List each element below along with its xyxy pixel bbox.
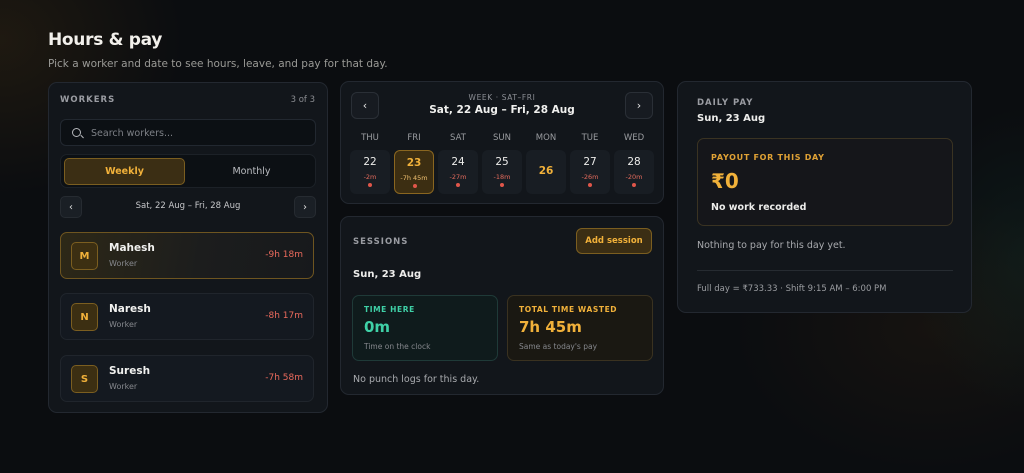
- payout-note: No work recorded: [711, 202, 807, 213]
- sessions-heading: SESSIONS: [353, 237, 409, 247]
- week-panel: ‹ › WEEK · SAT–FRI Sat, 22 Aug – Fri, 28…: [340, 81, 664, 204]
- worker-card-suresh[interactable]: S Suresh Worker -7h 58m: [60, 355, 314, 402]
- daily-pay-date: Sun, 23 Aug: [697, 113, 766, 124]
- day-number: 27: [583, 156, 597, 168]
- worker-delta: -7h 58m: [265, 373, 303, 383]
- status-dot: [500, 183, 504, 187]
- worker-delta: -8h 17m: [265, 311, 303, 321]
- worker-role: Worker: [109, 259, 138, 268]
- time-wasted-label: TOTAL TIME WASTED: [519, 305, 618, 314]
- day-delta: -20m: [625, 173, 643, 181]
- day-cell[interactable]: 24 -27m: [438, 150, 478, 194]
- day-delta: -18m: [493, 173, 511, 181]
- avatar: N: [71, 303, 98, 331]
- sessions-date: Sun, 23 Aug: [353, 269, 422, 280]
- time-wasted-note: Same as today's pay: [519, 342, 598, 351]
- status-dot: [632, 183, 636, 187]
- nothing-to-pay-note: Nothing to pay for this day yet.: [697, 240, 846, 251]
- worker-role: Worker: [109, 320, 138, 329]
- search-icon: [72, 128, 81, 137]
- page-subtitle: Pick a worker and date to see hours, lea…: [48, 58, 388, 70]
- day-number: 28: [627, 156, 641, 168]
- empty-logs-note: No punch logs for this day.: [353, 374, 480, 385]
- search-input[interactable]: [91, 125, 306, 141]
- worker-card-naresh[interactable]: N Naresh Worker -8h 17m: [60, 293, 314, 340]
- status-dot: [368, 183, 372, 187]
- worker-delta: -9h 18m: [265, 250, 303, 260]
- status-dot: [588, 183, 592, 187]
- day-number: 26: [538, 165, 554, 177]
- worker-name: Suresh: [109, 365, 151, 377]
- tab-monthly[interactable]: Monthly: [191, 158, 312, 185]
- daily-pay-panel: DAILY PAY Sun, 23 Aug PAYOUT FOR THIS DA…: [677, 81, 972, 313]
- full-day-info: Full day = ₹733.33 · Shift 9:15 AM – 6:0…: [697, 284, 887, 294]
- day-of-week: WED: [623, 133, 645, 143]
- time-here-note: Time on the clock: [364, 342, 431, 351]
- week-kicker: WEEK · SAT–FRI: [468, 93, 536, 102]
- page-title: Hours & pay: [48, 30, 163, 50]
- worker-name: Mahesh: [109, 242, 155, 254]
- tab-weekly[interactable]: Weekly: [64, 158, 185, 185]
- payout-label: PAYOUT FOR THIS DAY: [711, 153, 825, 162]
- range-next-button[interactable]: ›: [294, 196, 316, 218]
- day-number: 22: [363, 156, 377, 168]
- day-of-week: FRI: [407, 133, 421, 143]
- day-cell[interactable]: 27 -26m: [570, 150, 610, 194]
- worker-card-mahesh[interactable]: M Mahesh Worker -9h 18m: [60, 232, 314, 279]
- day-delta: -7h 45m: [400, 174, 428, 182]
- week-range: Sat, 22 Aug – Fri, 28 Aug: [429, 104, 575, 116]
- time-wasted-card: TOTAL TIME WASTED 7h 45m Same as today's…: [507, 295, 653, 361]
- range-label: Sat, 22 Aug – Fri, 28 Aug: [135, 201, 241, 211]
- day-cell-selected[interactable]: 23 -7h 45m: [394, 150, 434, 194]
- chevron-left-icon: ‹: [69, 201, 73, 213]
- day-cell[interactable]: 22 -2m: [350, 150, 390, 194]
- period-toggle: Weekly Monthly: [60, 154, 316, 188]
- time-here-value: 0m: [364, 318, 391, 336]
- day-of-week: SUN: [493, 133, 511, 143]
- worker-role: Worker: [109, 382, 138, 391]
- time-here-card: TIME HERE 0m Time on the clock: [352, 295, 498, 361]
- workers-heading: WORKERS: [60, 95, 116, 105]
- avatar: M: [71, 242, 98, 270]
- divider: [697, 270, 953, 271]
- day-number: 25: [495, 156, 509, 168]
- workers-count: 3 of 3: [290, 95, 315, 105]
- day-delta: -2m: [363, 173, 377, 181]
- day-of-week: SAT: [450, 133, 466, 143]
- search-box: [60, 119, 316, 146]
- day-delta: -27m: [449, 173, 467, 181]
- day-cell[interactable]: 28 -20m: [614, 150, 654, 194]
- range-navigator: Sat, 22 Aug – Fri, 28 Aug ‹ ›: [60, 196, 316, 218]
- daily-pay-heading: DAILY PAY: [697, 98, 754, 108]
- day-cell-today[interactable]: 26: [526, 150, 566, 194]
- day-of-week: TUE: [581, 133, 599, 143]
- status-dot: [456, 183, 460, 187]
- day-cell[interactable]: 25 -18m: [482, 150, 522, 194]
- range-prev-button[interactable]: ‹: [60, 196, 82, 218]
- workers-panel: WORKERS 3 of 3 Weekly Monthly Sat, 22 Au…: [48, 82, 328, 413]
- day-delta: -26m: [581, 173, 599, 181]
- day-of-week: MON: [535, 133, 557, 143]
- time-wasted-value: 7h 45m: [519, 318, 582, 336]
- day-of-week: THU: [361, 133, 379, 143]
- day-number: 23: [406, 157, 422, 169]
- add-session-button[interactable]: Add session: [576, 228, 652, 254]
- payout-card: PAYOUT FOR THIS DAY ₹0 No work recorded: [697, 138, 953, 226]
- avatar: S: [71, 365, 98, 393]
- payout-value: ₹0: [711, 169, 739, 193]
- sessions-panel: SESSIONS Add session Sun, 23 Aug TIME HE…: [340, 216, 664, 395]
- chevron-right-icon: ›: [303, 201, 307, 213]
- day-number: 24: [451, 156, 465, 168]
- status-dot: [413, 184, 417, 188]
- worker-name: Naresh: [109, 303, 151, 315]
- time-here-label: TIME HERE: [364, 305, 415, 314]
